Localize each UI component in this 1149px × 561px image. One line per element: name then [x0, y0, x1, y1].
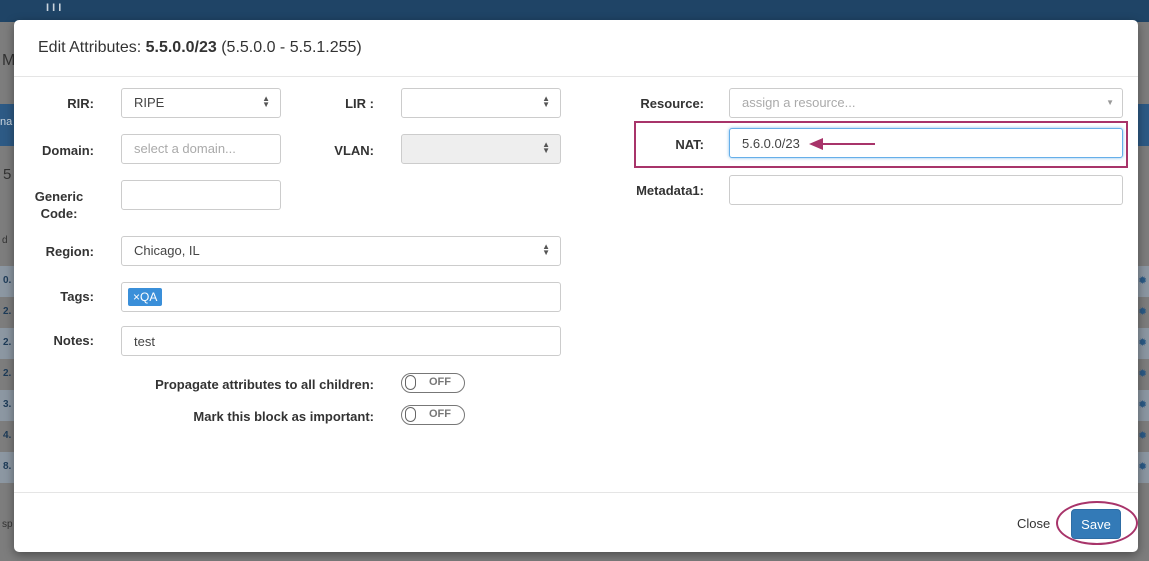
- background-row-number: 4.: [3, 430, 12, 441]
- important-toggle[interactable]: OFF: [401, 405, 465, 425]
- tag-chip[interactable]: ×QA: [128, 288, 163, 306]
- region-label: Region:: [45, 244, 94, 259]
- tags-input[interactable]: ×QA: [121, 282, 561, 312]
- caret-down-icon: ▼: [1106, 98, 1114, 107]
- nat-input[interactable]: [729, 128, 1123, 158]
- lir-select[interactable]: ▲ ▼: [401, 88, 561, 118]
- gear-icon: ✹: [1138, 275, 1148, 287]
- toggle-state: OFF: [429, 408, 451, 420]
- background-header: I I I: [0, 0, 1149, 22]
- metadata1-label: Metadata1:: [636, 183, 704, 198]
- updown-arrows-icon: ▲ ▼: [542, 140, 550, 156]
- updown-arrows-icon: ▲ ▼: [262, 94, 270, 110]
- nat-label: NAT:: [675, 137, 704, 152]
- vlan-select: ▲ ▼: [401, 134, 561, 164]
- resource-placeholder: assign a resource...: [742, 95, 856, 110]
- generic-code-input[interactable]: [121, 180, 281, 210]
- background-row-number: 2.: [3, 337, 12, 348]
- background-letter: na: [0, 116, 13, 128]
- domain-select[interactable]: select a domain...: [121, 134, 281, 164]
- resource-label: Resource:: [640, 96, 704, 111]
- region-select[interactable]: Chicago, IL ▲ ▼: [121, 236, 561, 266]
- toggle-knob: [405, 375, 416, 390]
- modal-footer-divider: [14, 492, 1138, 493]
- gear-icon: ✹: [1138, 461, 1148, 473]
- toggle-knob: [405, 407, 416, 422]
- propagate-label: Propagate attributes to all children:: [155, 377, 374, 392]
- modal-header-divider: [14, 76, 1138, 77]
- block-range: (5.5.0.0 - 5.5.1.255): [216, 39, 362, 56]
- domain-placeholder: select a domain...: [134, 141, 236, 156]
- background-letter: d: [2, 235, 8, 246]
- background-row-number: 2.: [3, 306, 12, 317]
- close-button[interactable]: Close: [1017, 516, 1050, 531]
- notes-input[interactable]: [121, 326, 561, 356]
- background-row-number: 2.: [3, 368, 12, 379]
- rir-select[interactable]: RIPE ▲ ▼: [121, 88, 281, 118]
- lir-label: LIR :: [345, 96, 374, 111]
- edit-attributes-modal: Edit Attributes: 5.5.0.0/23 (5.5.0.0 - 5…: [14, 20, 1138, 552]
- rir-value: RIPE: [134, 95, 165, 110]
- arrow-left-icon: [809, 138, 875, 150]
- background-letter: 5: [3, 166, 12, 183]
- block-cidr: 5.5.0.0/23: [145, 39, 217, 56]
- vlan-label: VLAN:: [334, 143, 374, 158]
- background-row-number: 3.: [3, 399, 12, 410]
- modal-title: Edit Attributes: 5.5.0.0/23 (5.5.0.0 - 5…: [38, 39, 362, 56]
- generic-code-label: Generic Code:: [34, 189, 84, 221]
- background-row-number: 8.: [3, 461, 12, 472]
- gear-icon: ✹: [1138, 306, 1148, 318]
- gear-icon: ✹: [1138, 368, 1148, 380]
- metadata1-input[interactable]: [729, 175, 1123, 205]
- background-row-number: 0.: [3, 275, 12, 286]
- gear-icon: ✹: [1138, 337, 1148, 349]
- resource-select[interactable]: assign a resource... ▼: [729, 88, 1123, 118]
- domain-label: Domain:: [42, 143, 94, 158]
- important-label: Mark this block as important:: [193, 409, 374, 424]
- gear-icon: ✹: [1138, 399, 1148, 411]
- region-value: Chicago, IL: [134, 243, 200, 258]
- save-button[interactable]: Save: [1071, 509, 1121, 539]
- propagate-toggle[interactable]: OFF: [401, 373, 465, 393]
- background-letter: sp: [2, 519, 13, 530]
- toggle-state: OFF: [429, 376, 451, 388]
- rir-label: RIR:: [67, 96, 94, 111]
- notes-label: Notes:: [53, 333, 94, 348]
- updown-arrows-icon: ▲ ▼: [542, 242, 550, 258]
- updown-arrows-icon: ▲ ▼: [542, 94, 550, 110]
- tags-label: Tags:: [60, 289, 94, 304]
- background-header-text: I I I: [46, 2, 62, 14]
- gear-icon: ✹: [1138, 430, 1148, 442]
